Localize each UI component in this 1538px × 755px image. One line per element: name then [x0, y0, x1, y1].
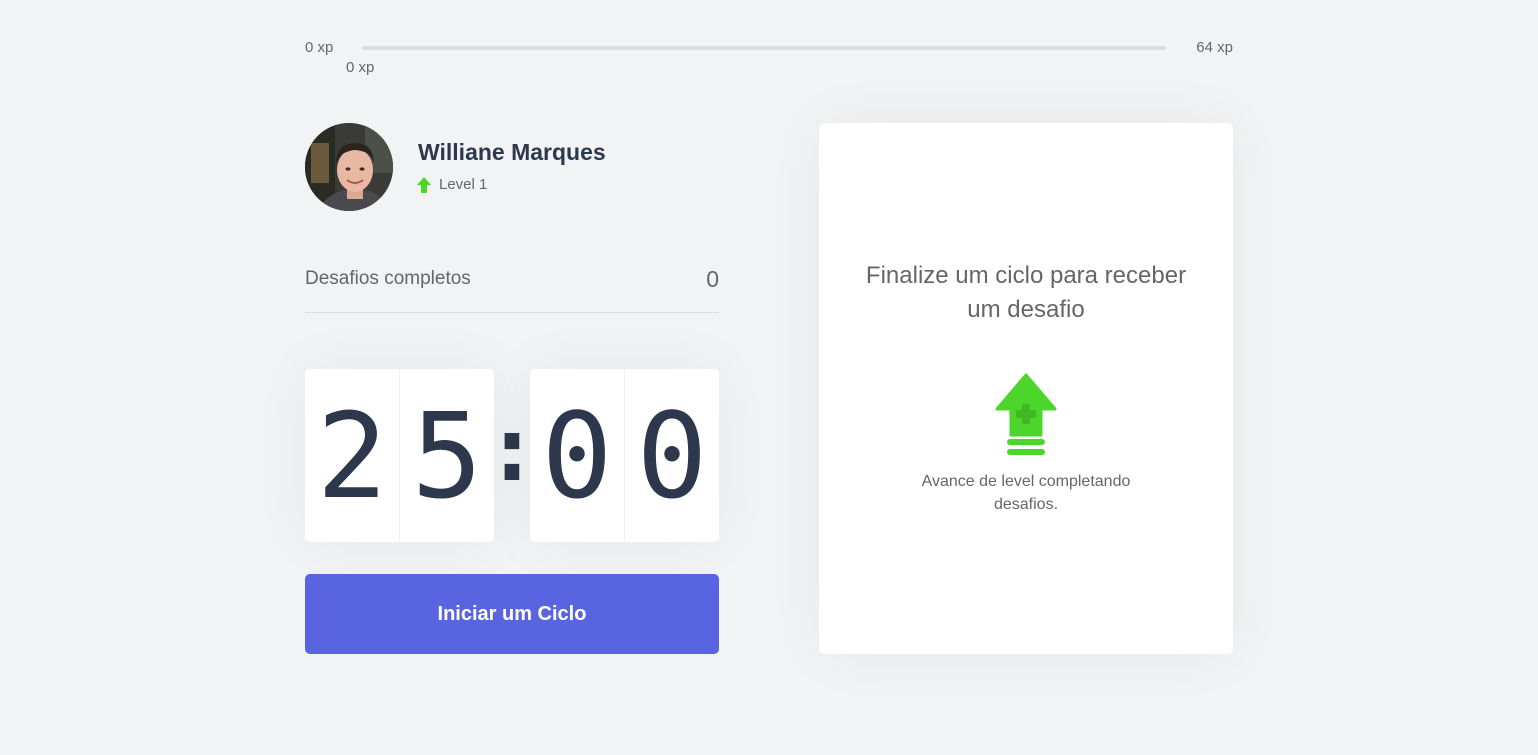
- minutes-display: 2 5: [305, 369, 494, 542]
- countdown-separator: :: [484, 397, 540, 502]
- level-up-arrow-icon: [417, 176, 431, 193]
- completed-challenges: Desafios completos 0: [305, 262, 719, 313]
- level-up-icon: [995, 373, 1057, 455]
- challenge-box: Finalize um ciclo para receber um desafi…: [819, 123, 1233, 654]
- profile: Williane Marques Level 1: [305, 123, 719, 213]
- minute-tens-digit: 2: [305, 369, 400, 542]
- avatar: [305, 123, 393, 211]
- xp-max-label: 64 xp: [1196, 39, 1233, 56]
- countdown: 2 5 : 0 0: [305, 369, 719, 542]
- second-ones-digit: 0: [636, 386, 708, 525]
- xp-current-label: 0 xp: [346, 59, 375, 76]
- xp-track: [362, 46, 1166, 50]
- completed-challenges-count: 0: [706, 266, 719, 292]
- level-label: Level 1: [439, 176, 488, 193]
- start-cycle-button[interactable]: Iniciar um Ciclo: [305, 574, 719, 654]
- level-indicator: Level 1: [417, 176, 487, 193]
- challenge-title: Finalize um ciclo para receber um desafi…: [865, 262, 1187, 323]
- completed-challenges-label: Desafios completos: [305, 268, 471, 289]
- avatar-image: [305, 123, 393, 211]
- second-tens-digit: 0: [530, 369, 625, 542]
- minute-ones-digit: 5: [411, 386, 483, 525]
- challenge-description: Avance de level completando desafios.: [921, 473, 1131, 513]
- experience-bar: 0 xp 0 xp 64 xp: [305, 38, 1233, 78]
- xp-min-label: 0 xp: [305, 39, 334, 56]
- seconds-display: 0 0: [530, 369, 719, 542]
- profile-name: Williane Marques: [418, 139, 606, 165]
